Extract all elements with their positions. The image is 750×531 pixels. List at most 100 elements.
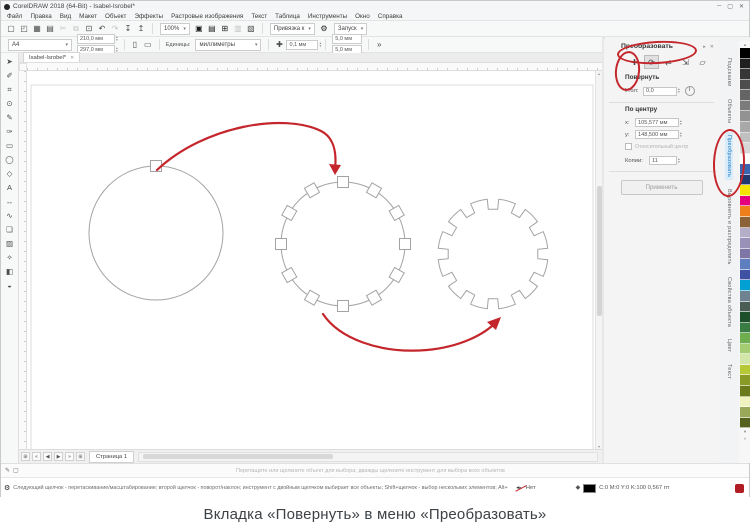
palette-swatch-33[interactable]	[740, 386, 750, 397]
show-grid-icon[interactable]: ⊞	[219, 23, 231, 35]
portrait-orientation-button[interactable]: ▯	[129, 39, 141, 51]
paste-icon[interactable]: ⊡	[83, 23, 95, 35]
nudge-distance-field[interactable]: 0,1 мм	[286, 39, 319, 50]
duplicate-x-field[interactable]: 5,0 мм	[332, 34, 363, 44]
docker-tab-2[interactable]: Объекты	[725, 96, 733, 126]
nudge-spinner[interactable]	[319, 42, 321, 48]
pick-tool-icon[interactable]: ➤	[3, 55, 16, 68]
print-icon[interactable]: ▤	[44, 23, 56, 35]
ellipse-tool-icon[interactable]: ◯	[3, 153, 16, 166]
menu-item-2[interactable]: Правка	[30, 13, 51, 20]
horizontal-scrollbar[interactable]	[138, 451, 598, 462]
relative-center-checkbox[interactable]	[625, 143, 632, 150]
palette-swatch-3[interactable]	[740, 69, 750, 80]
vertical-scrollbar[interactable]: ▴ ▾	[595, 71, 602, 449]
document-options-icon[interactable]: ▧	[245, 23, 257, 35]
horizontal-scrollbar-thumb[interactable]	[143, 453, 334, 459]
docker-tab-1[interactable]: Подсказки	[725, 55, 733, 90]
palette-swatch-26[interactable]	[740, 312, 750, 323]
smart-fill-tool-icon[interactable]: ◒	[3, 279, 16, 292]
palette-scroll-down-icon[interactable]: ▾	[744, 428, 746, 435]
horizontal-ruler[interactable]	[27, 63, 602, 71]
next-page-button[interactable]: ▶	[54, 452, 63, 461]
docker-tab-5[interactable]: Свойства объекта	[725, 274, 733, 330]
menu-item-11[interactable]: Окно	[355, 13, 370, 20]
transform-skew-icon[interactable]: ▱	[695, 55, 710, 69]
docker-tab-4[interactable]: Выровнять и распределить	[725, 186, 733, 268]
palette-swatch-21[interactable]	[740, 259, 750, 270]
close-icon[interactable]: ✕	[70, 55, 74, 61]
vertical-ruler[interactable]	[19, 71, 27, 449]
text-tool-icon[interactable]: A	[3, 181, 16, 194]
menu-item-5[interactable]: Объект	[105, 13, 126, 20]
palette-swatch-16[interactable]	[740, 206, 750, 217]
units-select[interactable]: миллиметры ▾	[195, 38, 262, 51]
menu-item-12[interactable]: Справка	[378, 13, 403, 20]
palette-swatch-7[interactable]	[740, 111, 750, 122]
export-icon[interactable]: ↥	[135, 23, 147, 35]
docker-tab-6[interactable]: Цвет	[725, 336, 733, 355]
menu-item-6[interactable]: Эффекты	[134, 13, 163, 20]
snap-to-select[interactable]: Привязка к ▾	[269, 22, 315, 35]
palette-swatch-31[interactable]	[740, 364, 750, 376]
palette-flyout-icon[interactable]: »	[744, 435, 747, 442]
palette-swatch-18[interactable]	[740, 227, 750, 239]
page-width-spinner[interactable]	[116, 36, 118, 42]
zoom-level-select[interactable]: 100% ▾	[160, 22, 190, 35]
page-width-field[interactable]: 210,0 мм	[77, 34, 115, 44]
docker-close-icon[interactable]: ✕	[710, 44, 714, 50]
menu-item-7[interactable]: Растровые изображения	[171, 13, 243, 20]
menu-item-9[interactable]: Таблица	[275, 13, 300, 20]
page-tab[interactable]: Страница 1	[89, 450, 135, 463]
minimize-button[interactable]: ─	[717, 3, 721, 10]
palette-swatch-35[interactable]	[740, 407, 750, 418]
palette-swatch-1[interactable]	[740, 48, 750, 59]
shape-tool-icon[interactable]: ✐	[3, 69, 16, 82]
palette-swatch-27[interactable]	[740, 322, 750, 334]
center-x-field[interactable]: 105,577 мм	[635, 118, 679, 127]
connector-tool-icon[interactable]: ∿	[3, 209, 16, 222]
palette-swatch-14[interactable]	[740, 185, 750, 196]
import-icon[interactable]: ↧	[122, 23, 134, 35]
apply-button[interactable]: Применить	[620, 180, 703, 195]
menu-item-10[interactable]: Инструменты	[308, 13, 347, 20]
copies-spinner[interactable]	[678, 158, 680, 164]
freehand-tool-icon[interactable]: ✎	[3, 111, 16, 124]
drop-shadow-tool-icon[interactable]: ❏	[3, 223, 16, 236]
palette-swatch-23[interactable]	[740, 280, 750, 291]
docker-flyout-icon[interactable]: ▸	[703, 44, 706, 50]
palette-swatch-29[interactable]	[740, 343, 750, 355]
color-eyedropper-tool-icon[interactable]: ✧	[3, 251, 16, 264]
rotation-dial-icon[interactable]	[684, 86, 695, 96]
palette-swatch-15[interactable]	[740, 195, 750, 207]
center-x-spinner[interactable]	[680, 120, 682, 126]
docker-tab-7[interactable]: Текст	[725, 361, 733, 382]
crop-tool-icon[interactable]: ⌗	[3, 83, 16, 96]
palette-swatch-4[interactable]	[740, 79, 750, 91]
first-page-button[interactable]: «	[32, 452, 41, 461]
document-tab[interactable]: Isabel-Isrobel* ✕	[23, 52, 81, 62]
full-screen-preview-icon[interactable]: ▣	[193, 23, 205, 35]
launch-select[interactable]: Запуск ▾	[333, 22, 368, 35]
menu-item-8[interactable]: Текст	[251, 13, 267, 20]
center-y-field[interactable]: 148,500 мм	[635, 130, 679, 139]
artistic-media-tool-icon[interactable]: ✑	[3, 125, 16, 138]
landscape-orientation-button[interactable]: ▭	[142, 39, 154, 51]
dimension-tool-icon[interactable]: ↔	[3, 195, 16, 208]
add-page-button[interactable]: ⊞	[21, 452, 30, 461]
zoom-tool-icon[interactable]: ⊙	[3, 97, 16, 110]
options-gear-icon[interactable]: ⚙	[318, 23, 330, 35]
polygon-tool-icon[interactable]: ◇	[3, 167, 16, 180]
angle-spinner[interactable]	[678, 88, 680, 94]
drawing-canvas[interactable]	[27, 71, 595, 454]
last-page-button[interactable]: »	[65, 452, 74, 461]
palette-swatch-6[interactable]	[740, 100, 750, 112]
add-page-after-button[interactable]: ⊞	[76, 452, 85, 461]
palette-swatch-17[interactable]	[740, 217, 750, 228]
page-size-select[interactable]: A4 ▾	[8, 38, 72, 51]
center-y-spinner[interactable]	[680, 132, 682, 138]
palette-swatch-2[interactable]	[740, 58, 750, 70]
close-button[interactable]: ✕	[739, 3, 744, 10]
menu-item-1[interactable]: Файл	[7, 13, 22, 20]
palette-swatch-36[interactable]	[740, 417, 750, 429]
